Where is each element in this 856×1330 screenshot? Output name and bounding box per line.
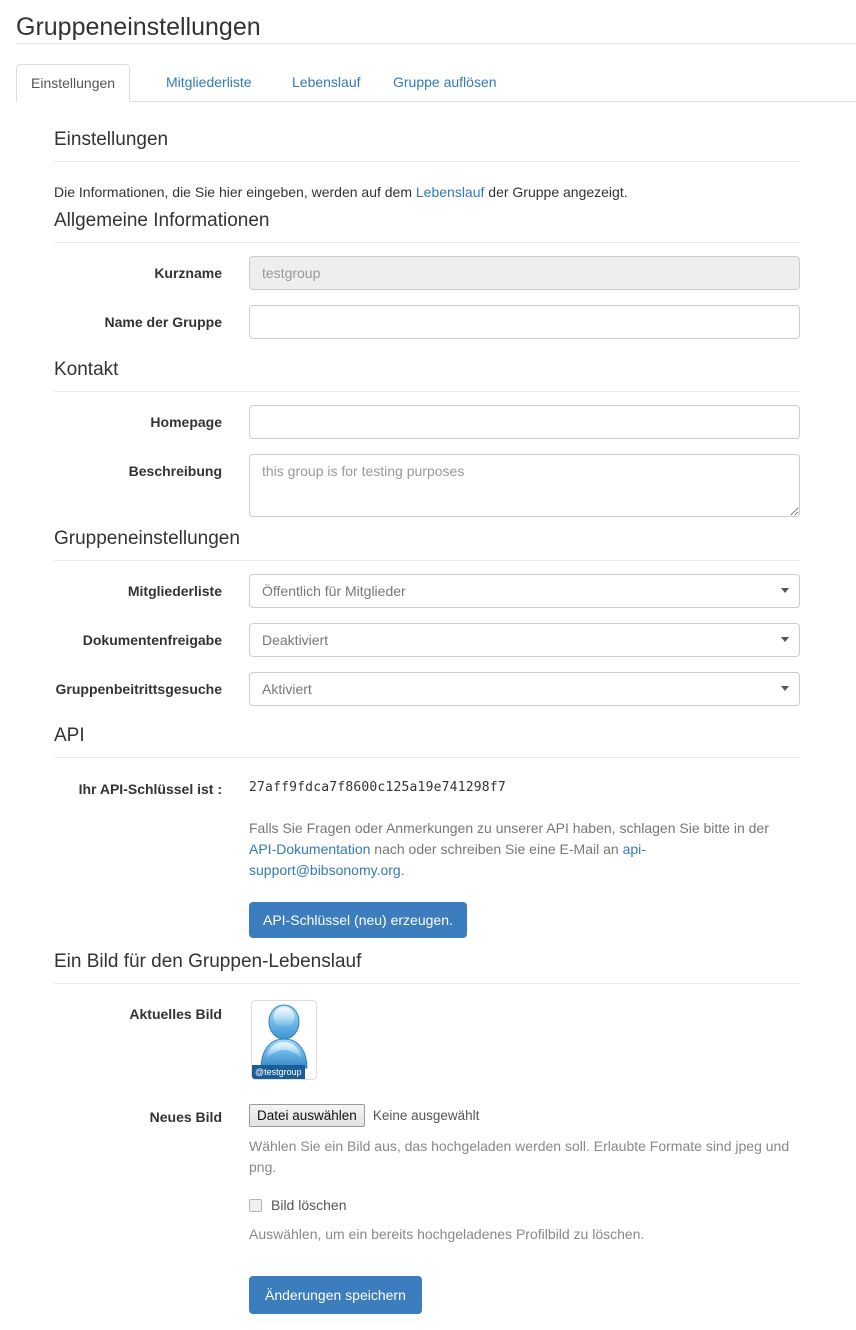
file-name-label: Keine ausgewählt [372,1108,480,1123]
label-neues-bild: Neues Bild [149,1109,222,1125]
field-row-gruppenbeitrittsgesuche: Gruppenbeitrittsgesuche Aktiviert [0,672,856,721]
api-help-after: . [400,862,405,878]
groupname-input[interactable] [249,305,800,339]
avatar[interactable]: @testgroup [251,1000,317,1080]
section-allgemeine-informationen: Allgemeine Informationen [54,209,800,243]
title-divider [16,43,856,44]
delete-picture-checkbox[interactable] [249,1198,262,1212]
field-row-mitgliederliste: Mitgliederliste Öffentlich für Mitgliede… [0,574,856,623]
tab-einstellungen[interactable]: Einstellungen [16,64,131,102]
section-divider [54,391,800,392]
field-row-kurzname: Kurzname [0,256,856,305]
api-key-content: 27aff9fdca7f8600c125a19e741298f7 Falls S… [249,778,809,938]
api-generate-row: API-Schlüssel (neu) erzeugen. [249,902,809,938]
section-heading-bild: Ein Bild für den Gruppen-Lebenslauf [54,951,362,972]
field-row-gruppenname: Name der Gruppe [0,305,856,354]
file-input[interactable]: Datei auswählen Keine ausgewählt [249,1104,809,1127]
label-dokumentenfreigabe: Dokumentenfreigabe [82,632,222,648]
section-einstellungen: Einstellungen Die Informationen, die Sie… [54,128,800,202]
api-documentation-link[interactable]: API-Dokumentation [249,841,370,857]
section-divider [54,983,800,984]
tab-mitgliederliste[interactable]: Mitgliederliste [152,64,266,102]
intro-text-after: der Gruppe angezeigt. [484,184,628,200]
save-button[interactable]: Änderungen speichern [249,1276,422,1314]
memberlist-select[interactable]: Öffentlich für Mitglieder [249,574,800,608]
generate-api-key-button[interactable]: API-Schlüssel (neu) erzeugen. [249,902,467,938]
section-bild: Ein Bild für den Gruppen-Lebenslauf [54,950,800,984]
section-heading-api: API [54,725,85,746]
section-divider [54,757,800,758]
intro-text-before: Die Informationen, die Sie hier eingeben… [54,184,416,200]
delete-picture-label[interactable]: Bild löschen [271,1195,347,1215]
page-title: Gruppeneinstellungen [16,13,261,41]
section-divider [54,161,800,162]
api-help-before: Falls Sie Fragen oder Anmerkungen zu uns… [249,820,769,836]
field-row-homepage: Homepage [0,405,856,454]
delete-picture-row[interactable]: Bild löschen [249,1195,809,1215]
intro-text: Die Informationen, die Sie hier eingeben… [54,182,800,202]
section-kontakt: Kontakt [54,358,800,392]
avatar-badge: @testgroup [252,1065,305,1079]
section-heading-kontakt: Kontakt [54,359,119,380]
api-help-text: Falls Sie Fragen oder Anmerkungen zu uns… [249,818,794,881]
section-divider [54,560,800,561]
field-row-beschreibung: Beschreibung this group is for testing p… [0,454,856,530]
label-gruppenbeitrittsgesuche: Gruppenbeitrittsgesuche [55,681,222,697]
current-avatar: @testgroup [251,1000,317,1080]
new-picture-content: Datei auswählen Keine ausgewählt Wählen … [249,1104,809,1245]
file-help-text: Wählen Sie ein Bild aus, das hochgeladen… [249,1138,790,1175]
tab-bar: Einstellungen Mitgliederliste Lebenslauf… [16,64,856,102]
docsharing-select[interactable]: Deaktiviert [249,623,800,657]
label-beschreibung: Beschreibung [128,463,222,479]
field-row-dokumentenfreigabe: Dokumentenfreigabe Deaktiviert [0,623,856,672]
choose-file-button[interactable]: Datei auswählen [249,1104,365,1127]
tab-lebenslauf[interactable]: Lebenslauf [278,64,375,102]
api-help-middle: nach oder schreiben Sie eine E-Mail an [370,841,623,857]
section-divider [54,242,800,243]
delete-help-text: Auswählen, um ein bereits hochgeladenes … [249,1226,645,1242]
label-aktuelles-bild: Aktuelles Bild [129,1006,222,1022]
description-textarea[interactable]: this group is for testing purposes [249,454,800,517]
tab-gruppe-aufloesen[interactable]: Gruppe auflösen [379,64,511,102]
group-settings-page: Gruppeneinstellungen Einstellungen Mitgl… [0,0,856,1330]
joinrequests-select[interactable]: Aktiviert [249,672,800,706]
api-key-value: 27aff9fdca7f8600c125a19e741298f7 [249,780,506,795]
section-api: API [54,724,800,758]
label-api-key: Ihr API-Schlüssel ist : [78,781,222,797]
shortname-input [249,256,800,290]
label-name-der-gruppe: Name der Gruppe [104,314,222,330]
label-mitgliederliste: Mitgliederliste [127,583,222,599]
section-heading-gruppeneinstellungen: Gruppeneinstellungen [54,528,240,549]
homepage-input[interactable] [249,405,800,439]
save-row: Änderungen speichern [249,1276,422,1314]
label-homepage: Homepage [150,414,222,430]
section-heading-allgemeine: Allgemeine Informationen [54,210,270,231]
section-heading-einstellungen: Einstellungen [54,129,169,150]
lebenslauf-link[interactable]: Lebenslauf [416,184,485,200]
label-kurzname: Kurzname [154,265,222,281]
section-gruppeneinstellungen: Gruppeneinstellungen [54,527,800,561]
